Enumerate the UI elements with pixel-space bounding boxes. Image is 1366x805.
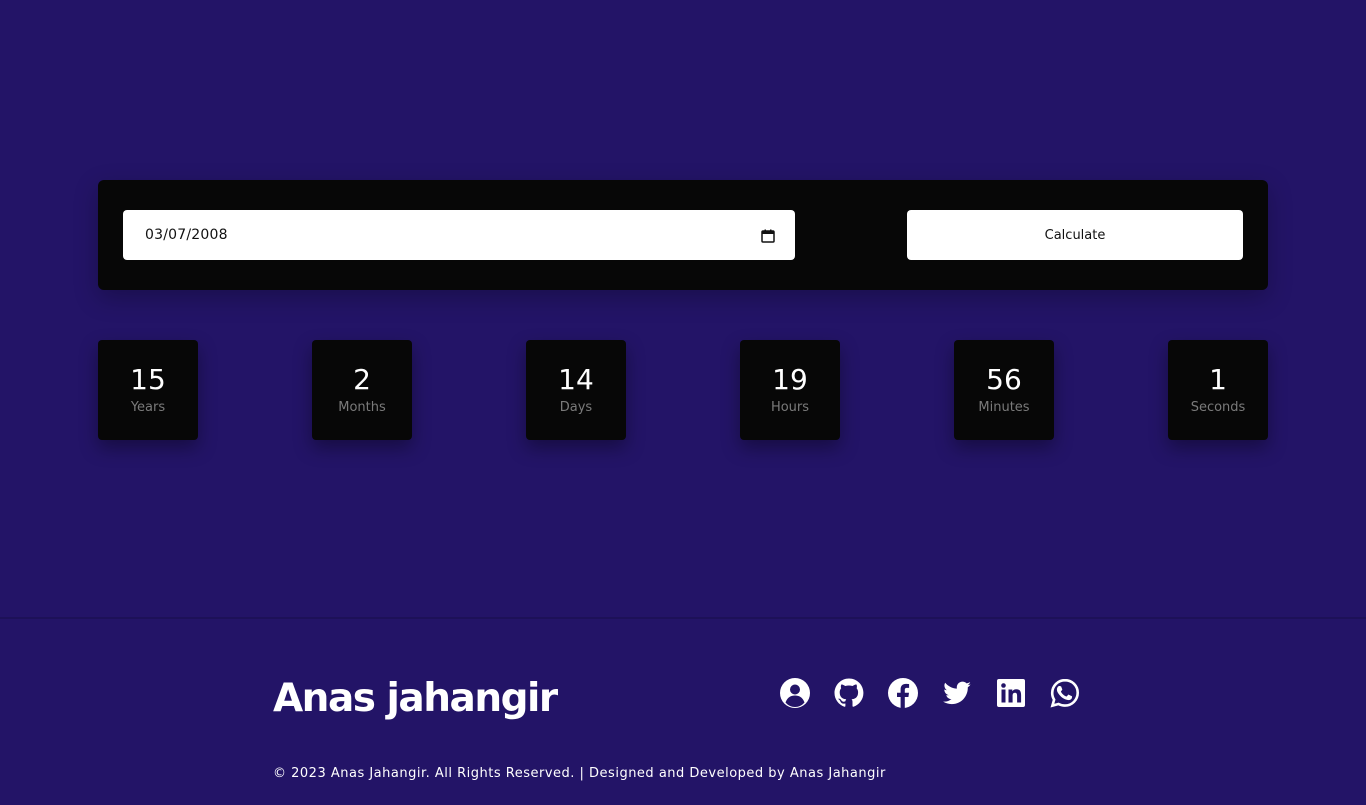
whatsapp-icon[interactable] <box>1049 677 1081 709</box>
result-label: Minutes <box>978 399 1030 415</box>
copyright-text: © 2023 Anas Jahangir. All Rights Reserve… <box>273 766 886 781</box>
result-label: Hours <box>770 399 810 415</box>
result-label: Years <box>130 399 166 415</box>
result-hours: 19 Hours <box>740 340 840 440</box>
result-value: 14 <box>558 362 594 396</box>
result-label: Seconds <box>1190 399 1246 415</box>
date-input[interactable]: 03/07/2008 <box>123 210 795 260</box>
calculator-panel: 03/07/2008 Calculate <box>98 180 1268 290</box>
calculate-button[interactable]: Calculate <box>907 210 1243 260</box>
user-circle-icon[interactable] <box>779 677 811 709</box>
result-value: 15 <box>130 362 166 396</box>
social-icons <box>779 677 1081 709</box>
result-months: 2 Months <box>312 340 412 440</box>
page: 03/07/2008 Calculate 15 Years 2 Months 1… <box>0 0 1366 805</box>
result-days: 14 Days <box>526 340 626 440</box>
result-seconds: 1 Seconds <box>1168 340 1268 440</box>
result-years: 15 Years <box>98 340 198 440</box>
result-value: 19 <box>772 362 808 396</box>
result-value: 56 <box>986 362 1022 396</box>
twitter-icon[interactable] <box>941 677 973 709</box>
result-value: 1 <box>1209 362 1227 396</box>
result-label: Days <box>559 399 593 415</box>
facebook-icon[interactable] <box>887 677 919 709</box>
github-icon[interactable] <box>833 677 865 709</box>
result-value: 2 <box>353 362 371 396</box>
date-input-value: 03/07/2008 <box>145 227 228 243</box>
footer-divider <box>0 617 1366 619</box>
result-minutes: 56 Minutes <box>954 340 1054 440</box>
result-label: Months <box>338 399 386 415</box>
calendar-icon[interactable] <box>761 228 775 243</box>
footer-name: Anas jahangir <box>273 676 558 721</box>
linkedin-icon[interactable] <box>995 677 1027 709</box>
